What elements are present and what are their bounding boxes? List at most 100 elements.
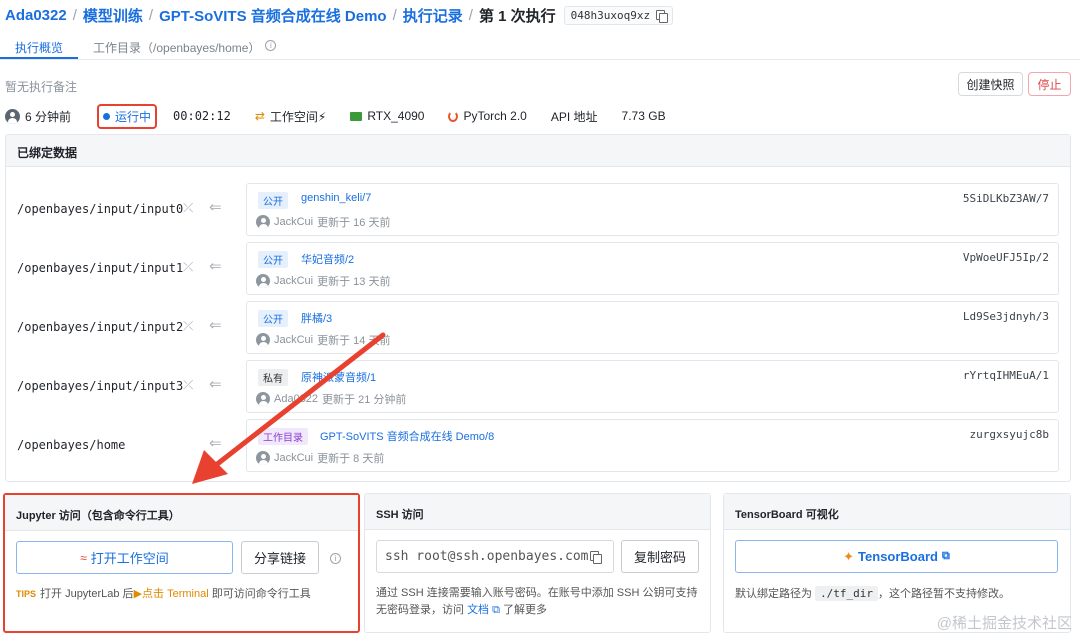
bound-data-title: 已绑定数据 — [6, 135, 1070, 167]
running-dot-icon — [103, 112, 111, 120]
dataset-link[interactable]: 华妃音频/2 — [301, 251, 354, 267]
run-note[interactable]: 暂无执行备注 — [5, 78, 77, 95]
dataset-owner[interactable]: JackCui — [274, 275, 313, 287]
terminal-icon: ▶ — [133, 588, 143, 600]
breadcrumb-records[interactable]: 执行记录 — [403, 5, 463, 26]
dataset-meta: JackCui 更新于 16 天前 — [256, 214, 390, 230]
framework-label: PyTorch 2.0 — [463, 109, 527, 123]
mount-path: /openbayes/input/input2 — [17, 320, 184, 334]
framework: PyTorch 2.0 — [448, 109, 527, 123]
unlink-icon[interactable]: ⤫ — [183, 259, 193, 275]
dataset-hash: VpWoeUFJ5Ip/2 — [962, 251, 1049, 264]
breadcrumb-project[interactable]: GPT-SoVITS 音频合成在线 Demo — [159, 5, 387, 26]
pytorch-icon — [448, 110, 459, 122]
dataset-link[interactable]: GPT-SoVITS 音频合成在线 Demo/8 — [320, 428, 494, 444]
avatar — [256, 451, 270, 465]
unlink-icon[interactable]: ⤫ — [183, 200, 193, 216]
duration: 00:02:12 — [173, 109, 231, 123]
unlink-icon[interactable]: ⤫ — [183, 377, 193, 393]
mount-row: /openbayes/home ⇐ 工作目录 GPT-SoVITS 音频合成在线 De… — [6, 419, 1072, 474]
dataset-owner[interactable]: JackCui — [274, 216, 313, 228]
avatar — [256, 333, 270, 347]
api-label[interactable]: API 地址 — [551, 108, 598, 125]
copy-password-button[interactable]: 复制密码 — [621, 540, 699, 573]
dataset-hash: Ld9Se3jdnyh/3 — [962, 310, 1049, 323]
tab-workdir[interactable]: 工作目录（/openbayes/home） i — [78, 32, 291, 59]
dataset-card[interactable]: 公开 华妃音频/2 VpWoeUFJ5Ip/2 JackCui 更新于 13 天前 — [246, 242, 1059, 295]
tips-text-end: 即可访问命令行工具 — [211, 588, 311, 600]
workspace-type: ⇄ 工作空间⚡ — [255, 108, 327, 125]
mount-row: /openbayes/input/input2 ⤫ ⇐ 公开 胖橘/3 Ld9Se3jdn… — [6, 301, 1072, 356]
mount-path: /openbayes/home — [17, 438, 126, 452]
dataset-updated: 更新于 13 天前 — [317, 276, 391, 288]
copy-icon[interactable] — [656, 9, 669, 23]
dataset-link[interactable]: 胖橘/3 — [301, 310, 332, 326]
jupyter-icon: ≈ — [80, 550, 87, 565]
unlink-icon[interactable]: ⤫ — [183, 318, 193, 334]
dataset-link[interactable]: 原神派蒙音频/1 — [301, 369, 376, 385]
mount-path: /openbayes/input/input1 — [17, 261, 184, 275]
info-icon[interactable]: i — [330, 553, 341, 564]
dataset-updated: 更新于 21 分钟前 — [322, 394, 407, 406]
dataset-owner[interactable]: JackCui — [274, 334, 313, 346]
open-workspace-button[interactable]: ≈ 打开工作空间 — [16, 541, 233, 574]
dataset-updated: 更新于 14 天前 — [317, 335, 391, 347]
status-badge: 运行中 — [97, 103, 158, 129]
ssh-title: SSH 访问 — [365, 494, 710, 530]
breadcrumb-separator: / — [468, 6, 473, 24]
tab-bar: 执行概览 工作目录（/openbayes/home） i — [0, 32, 1080, 60]
avatar — [5, 108, 20, 124]
arrow-left-icon: ⇐ — [209, 317, 222, 334]
status-text: 运行中 — [115, 109, 152, 124]
dataset-card[interactable]: 工作目录 GPT-SoVITS 音频合成在线 Demo/8 zurgxsyujc8b… — [246, 419, 1059, 472]
jupyter-title: Jupyter 访问（包含命令行工具） — [5, 495, 358, 531]
ssh-command-field[interactable]: ssh root@ssh.openbayes.com — [376, 540, 614, 573]
dataset-card[interactable]: 公开 胖橘/3 Ld9Se3jdnyh/3 JackCui 更新于 14 天前 — [246, 301, 1059, 354]
create-snapshot-button[interactable]: 创建快照 — [958, 72, 1023, 96]
breadcrumb-separator: / — [148, 6, 154, 24]
dataset-updated: 更新于 16 天前 — [317, 217, 391, 229]
dataset-updated: 更新于 8 天前 — [317, 453, 385, 465]
visibility-badge: 公开 — [258, 310, 288, 327]
dataset-meta: JackCui 更新于 13 天前 — [256, 273, 390, 289]
dataset-card[interactable]: 私有 原神派蒙音频/1 rYrtqIHMEuA/1 Ada0322 更新于 21 分钟前 — [246, 360, 1059, 413]
dataset-hash: rYrtqIHMEuA/1 — [962, 369, 1049, 382]
share-link-button[interactable]: 分享链接 — [241, 541, 319, 574]
dataset-link[interactable]: genshin_keli/7 — [301, 192, 371, 204]
run-id-chip[interactable]: 048h3uxoq9xz — [563, 5, 674, 25]
docs-link[interactable]: 文档 — [467, 604, 489, 616]
workspace-icon: ⇄ — [254, 109, 265, 123]
ssh-access-box: SSH 访问 ssh root@ssh.openbayes.com 复制密码 通… — [364, 493, 711, 633]
dataset-card[interactable]: 公开 genshin_keli/7 5SiDLKbZ3AW/7 JackCui 更新于 … — [246, 183, 1059, 236]
external-link-icon[interactable]: ⧉ — [492, 604, 500, 616]
tf-dir-path: ./tf_dir — [815, 586, 879, 601]
run-id: 048h3uxoq9xz — [570, 8, 651, 22]
started-time: 6 分钟前 — [5, 108, 71, 125]
arrow-left-icon: ⇐ — [209, 376, 222, 393]
breadcrumb-section[interactable]: 模型训练 — [83, 5, 143, 26]
jupyter-tips: TIPS 打开 JupyterLab 后▶点击 Terminal 即可访问命令行工… — [16, 586, 346, 603]
gpu-icon — [350, 111, 363, 121]
copy-icon[interactable] — [590, 551, 602, 564]
mount-row: /openbayes/input/input3 ⤫ ⇐ 私有 原神派蒙音频/1 rYrtq… — [6, 360, 1072, 415]
status-row: 6 分钟前 运行中 00:02:12 ⇄ 工作空间⚡ RTX_4090 PyTo… — [5, 103, 690, 129]
tips-tag: TIPS — [16, 589, 37, 599]
tab-overview[interactable]: 执行概览 — [0, 32, 79, 59]
dataset-hash: 5SiDLKbZ3AW/7 — [962, 192, 1049, 205]
info-icon[interactable]: i — [265, 40, 277, 51]
visibility-badge: 工作目录 — [258, 428, 308, 445]
dataset-owner[interactable]: JackCui — [274, 452, 313, 464]
dataset-meta: JackCui 更新于 8 天前 — [256, 450, 384, 466]
mount-row: /openbayes/input/input0 ⤫ ⇐ 公开 genshin_keli/… — [6, 183, 1072, 238]
tb-desc-text: 默认绑定路径为 — [735, 588, 812, 600]
breadcrumb-user[interactable]: Ada0322 — [5, 7, 67, 24]
ssh-desc-end: 了解更多 — [503, 604, 548, 616]
stop-button[interactable]: 停止 — [1028, 72, 1071, 96]
tensorboard-button[interactable]: ✦ TensorBoard ⧉ — [735, 540, 1058, 573]
duration-value: 00:02:12 — [173, 109, 231, 123]
arrow-left-icon: ⇐ — [209, 199, 222, 216]
api-address[interactable]: API 地址 — [551, 108, 598, 125]
tensorboard-description: 默认绑定路径为 ./tf_dir ，这个路径暂不支持修改。 — [735, 585, 1063, 601]
dataset-owner[interactable]: Ada0322 — [274, 393, 318, 405]
mount-row: /openbayes/input/input1 ⤫ ⇐ 公开 华妃音频/2 VpWoeUF… — [6, 242, 1072, 297]
